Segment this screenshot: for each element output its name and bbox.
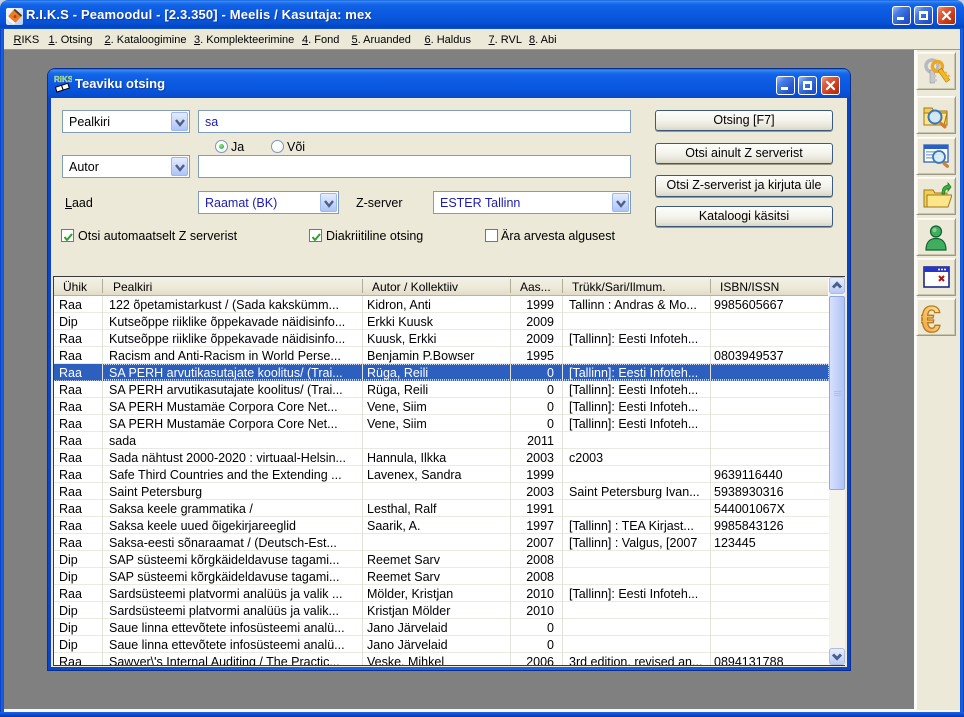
svg-text:€: €	[921, 302, 941, 334]
svg-text:RiKS: RiKS	[54, 75, 72, 84]
